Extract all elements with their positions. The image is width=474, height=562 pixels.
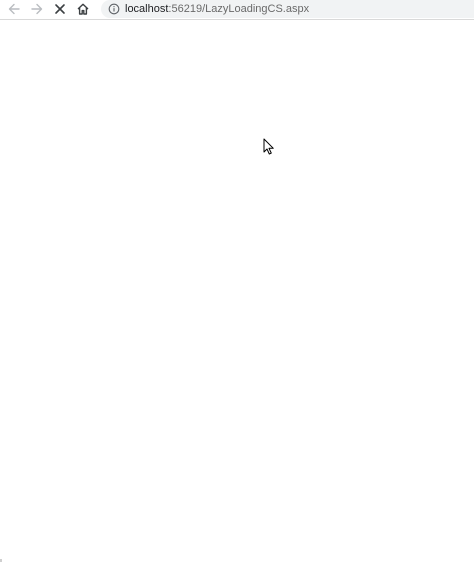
back-button[interactable] [4,0,24,18]
forward-button[interactable] [27,0,47,18]
back-arrow-icon [7,2,21,16]
url-host: localhost [125,3,169,15]
info-icon[interactable] [105,0,123,18]
home-icon [76,2,90,16]
url-path: :56219/LazyLoadingCS.aspx [168,3,310,15]
address-bar[interactable]: localhost:56219/LazyLoadingCS.aspx [101,0,474,18]
forward-arrow-icon [30,2,44,16]
page-viewport[interactable] [0,20,474,562]
stop-loading-button[interactable] [50,0,70,18]
browser-toolbar: localhost:56219/LazyLoadingCS.aspx [0,0,474,20]
stop-loading-icon [54,3,66,15]
mouse-pointer-icon [263,138,275,155]
browser-window: localhost:56219/LazyLoadingCS.aspx [0,0,474,562]
url-text: localhost:56219/LazyLoadingCS.aspx [125,0,309,18]
home-button[interactable] [73,0,93,18]
